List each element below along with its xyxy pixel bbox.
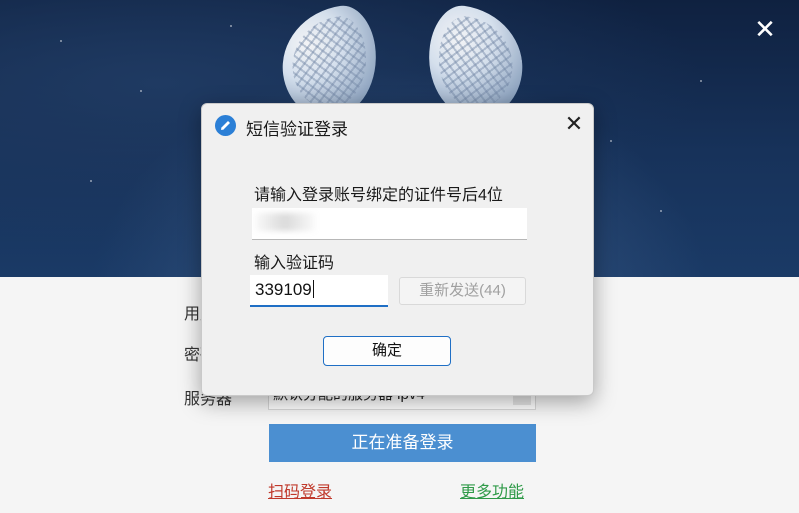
star: [660, 210, 662, 212]
star: [610, 140, 612, 142]
sms-verification-dialog: 短信验证登录 ✕ 请输入登录账号绑定的证件号后4位 输入验证码 339109 重…: [201, 103, 594, 396]
verification-code-value: 339109: [255, 280, 312, 299]
dialog-close-icon[interactable]: ✕: [561, 112, 587, 138]
login-button[interactable]: 正在准备登录: [269, 424, 536, 462]
id-number-field[interactable]: [252, 208, 527, 240]
scan-login-link[interactable]: 扫码登录: [268, 478, 332, 502]
star: [230, 25, 232, 27]
app-logo-icon: [215, 115, 236, 136]
star: [700, 80, 702, 82]
star: [60, 40, 62, 42]
masked-value: [255, 213, 315, 231]
close-icon[interactable]: ✕: [750, 15, 780, 45]
verification-code-input[interactable]: 339109: [250, 275, 388, 307]
resend-button[interactable]: 重新发送(44): [399, 277, 526, 305]
confirm-button[interactable]: 确定: [323, 336, 451, 366]
more-features-link[interactable]: 更多功能: [460, 478, 524, 502]
star: [140, 90, 142, 92]
id-prompt-label: 请输入登录账号绑定的证件号后4位: [254, 187, 503, 204]
dialog-title: 短信验证登录: [246, 120, 348, 139]
star: [90, 180, 92, 182]
text-caret: [312, 280, 314, 298]
verification-code-label: 输入验证码: [254, 255, 335, 272]
